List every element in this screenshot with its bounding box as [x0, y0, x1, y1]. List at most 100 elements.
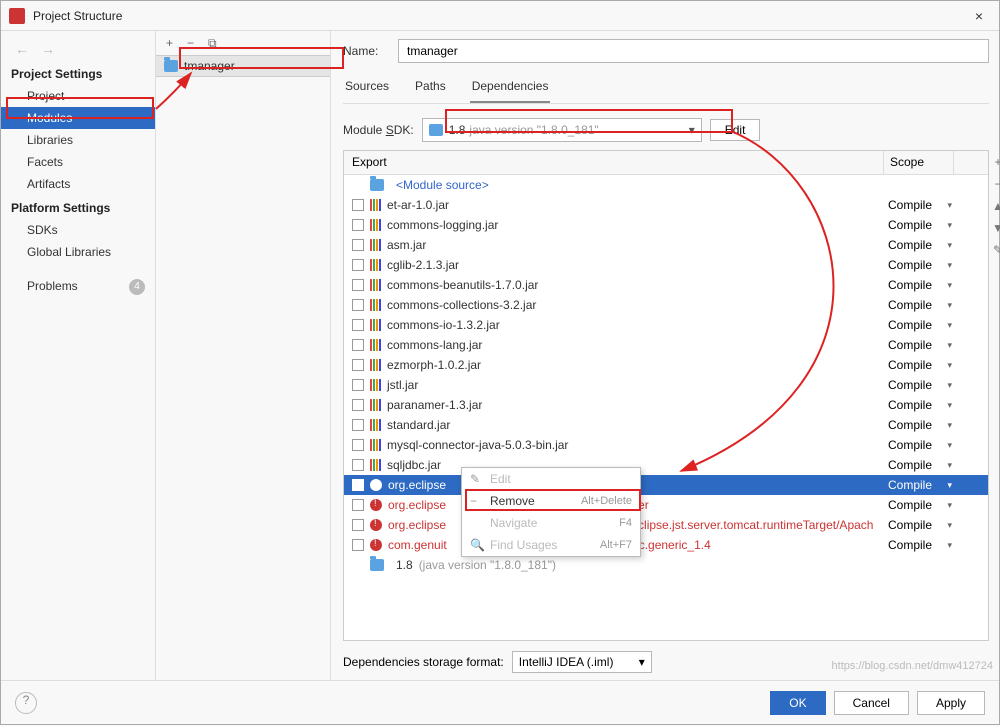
scope-value: Compile — [888, 538, 932, 552]
chevron-down-icon[interactable]: ▾ — [947, 260, 952, 271]
export-checkbox[interactable] — [352, 219, 364, 231]
remove-dep-icon[interactable]: − — [990, 177, 1000, 193]
help-button[interactable]: ? — [15, 692, 37, 714]
deps-table: Export Scope <Module source> et-ar-1.0.j… — [343, 150, 989, 641]
move-down-icon[interactable]: ▼ — [990, 221, 1000, 237]
ctx-remove[interactable]: −RemoveAlt+Delete — [462, 490, 640, 512]
section-project-settings: Project Settings — [1, 61, 155, 85]
chevron-down-icon[interactable]: ▾ — [947, 380, 952, 391]
cancel-button[interactable]: Cancel — [834, 691, 909, 715]
col-scope[interactable]: Scope — [884, 151, 954, 174]
close-icon[interactable]: × — [967, 4, 991, 28]
table-row-error[interactable]: org.eclipseclipse.jst.server.tomcat.runt… — [344, 515, 988, 535]
tab-dependencies[interactable]: Dependencies — [470, 73, 551, 103]
sidebar-item-project[interactable]: Project — [1, 85, 155, 107]
module-tree-item[interactable]: tmanager — [156, 55, 330, 77]
export-checkbox[interactable] — [352, 499, 364, 511]
sidebar-item-global-libs[interactable]: Global Libraries — [1, 241, 155, 263]
export-checkbox[interactable] — [352, 419, 364, 431]
add-module-icon[interactable]: + — [166, 36, 173, 50]
table-row-selected[interactable]: org.eclipse Compile▾ — [344, 475, 988, 495]
chevron-down-icon[interactable]: ▾ — [947, 460, 952, 471]
chevron-down-icon[interactable]: ▾ — [947, 360, 952, 371]
sidebar-item-modules[interactable]: Modules — [1, 107, 155, 129]
table-row[interactable]: ezmorph-1.0.2.jarCompile▾ — [344, 355, 988, 375]
ok-button[interactable]: OK — [770, 691, 825, 715]
sidebar-item-libraries[interactable]: Libraries — [1, 129, 155, 151]
table-row[interactable]: cglib-2.1.3.jarCompile▾ — [344, 255, 988, 275]
table-row[interactable]: et-ar-1.0.jarCompile▾ — [344, 195, 988, 215]
chevron-down-icon[interactable]: ▾ — [947, 420, 952, 431]
sdk-dep-row[interactable]: 1.8(java version "1.8.0_181") — [344, 555, 988, 575]
chevron-down-icon[interactable]: ▾ — [947, 480, 952, 491]
dep-label: com.genuit — [388, 538, 447, 552]
chevron-down-icon[interactable]: ▾ — [947, 300, 952, 311]
export-checkbox[interactable] — [352, 519, 364, 531]
chevron-down-icon[interactable]: ▾ — [947, 500, 952, 511]
chevron-down-icon: ▾ — [689, 123, 695, 137]
export-checkbox[interactable] — [352, 279, 364, 291]
export-checkbox[interactable] — [352, 319, 364, 331]
export-checkbox[interactable] — [352, 239, 364, 251]
table-row-error[interactable]: com.genuitc.generic_1.4Compile▾ — [344, 535, 988, 555]
move-up-icon[interactable]: ▲ — [990, 199, 1000, 215]
export-checkbox[interactable] — [352, 259, 364, 271]
edit-sdk-button[interactable]: Edit — [710, 119, 761, 141]
table-row[interactable]: asm.jarCompile▾ — [344, 235, 988, 255]
export-checkbox[interactable] — [352, 479, 364, 491]
remove-module-icon[interactable]: − — [187, 36, 194, 50]
export-checkbox[interactable] — [352, 399, 364, 411]
export-checkbox[interactable] — [352, 199, 364, 211]
table-row[interactable]: commons-lang.jarCompile▾ — [344, 335, 988, 355]
chevron-down-icon[interactable]: ▾ — [947, 340, 952, 351]
export-checkbox[interactable] — [352, 439, 364, 451]
copy-module-icon[interactable]: ⧉ — [208, 36, 217, 51]
sidebar-item-sdks[interactable]: SDKs — [1, 219, 155, 241]
tab-sources[interactable]: Sources — [343, 73, 391, 103]
table-row[interactable]: commons-beanutils-1.7.0.jarCompile▾ — [344, 275, 988, 295]
chevron-down-icon[interactable]: ▾ — [947, 240, 952, 251]
apply-button[interactable]: Apply — [917, 691, 985, 715]
tab-paths[interactable]: Paths — [413, 73, 448, 103]
add-dep-icon[interactable]: + — [990, 155, 1000, 171]
table-row[interactable]: paranamer-1.3.jarCompile▾ — [344, 395, 988, 415]
chevron-down-icon[interactable]: ▾ — [947, 280, 952, 291]
table-row[interactable]: commons-io-1.3.2.jarCompile▾ — [344, 315, 988, 335]
col-export[interactable]: Export — [344, 151, 884, 174]
table-row[interactable]: sqljdbc.jarCompile▾ — [344, 455, 988, 475]
sidebar-item-artifacts[interactable]: Artifacts — [1, 173, 155, 195]
chevron-down-icon[interactable]: ▾ — [947, 440, 952, 451]
sidebar-item-problems[interactable]: Problems 4 — [1, 275, 155, 299]
table-row[interactable]: jstl.jarCompile▾ — [344, 375, 988, 395]
chevron-down-icon[interactable]: ▾ — [947, 220, 952, 231]
ctx-navigate: NavigateF4 — [462, 512, 640, 534]
chevron-down-icon[interactable]: ▾ — [947, 200, 952, 211]
tabs: Sources Paths Dependencies — [343, 73, 989, 104]
export-checkbox[interactable] — [352, 339, 364, 351]
chevron-down-icon[interactable]: ▾ — [947, 400, 952, 411]
table-row[interactable]: commons-collections-3.2.jarCompile▾ — [344, 295, 988, 315]
export-checkbox[interactable] — [352, 379, 364, 391]
scope-value: Compile — [888, 498, 932, 512]
table-row-error[interactable]: org.eclipseerCompile▾ — [344, 495, 988, 515]
chevron-down-icon[interactable]: ▾ — [947, 320, 952, 331]
export-checkbox[interactable] — [352, 539, 364, 551]
table-row[interactable]: commons-logging.jarCompile▾ — [344, 215, 988, 235]
table-row[interactable]: standard.jarCompile▾ — [344, 415, 988, 435]
table-row[interactable]: mysql-connector-java-5.0.3-bin.jarCompil… — [344, 435, 988, 455]
nav-back-icon[interactable]: ← — [15, 41, 29, 57]
storage-combo[interactable]: IntelliJ IDEA (.iml) ▾ — [512, 651, 652, 673]
sdk-secondary: (java version "1.8.0_181") — [419, 558, 556, 572]
sdk-combo[interactable]: 1.8 java version "1.8.0_181" ▾ — [422, 118, 702, 142]
nav-forward-icon[interactable]: → — [41, 41, 55, 57]
error-icon — [370, 499, 382, 511]
sidebar-item-facets[interactable]: Facets — [1, 151, 155, 173]
edit-dep-icon[interactable]: ✎ — [990, 243, 1000, 259]
module-source-row[interactable]: <Module source> — [344, 175, 988, 195]
name-input[interactable] — [398, 39, 989, 63]
chevron-down-icon[interactable]: ▾ — [947, 520, 952, 531]
export-checkbox[interactable] — [352, 299, 364, 311]
export-checkbox[interactable] — [352, 459, 364, 471]
export-checkbox[interactable] — [352, 359, 364, 371]
chevron-down-icon[interactable]: ▾ — [947, 540, 952, 551]
